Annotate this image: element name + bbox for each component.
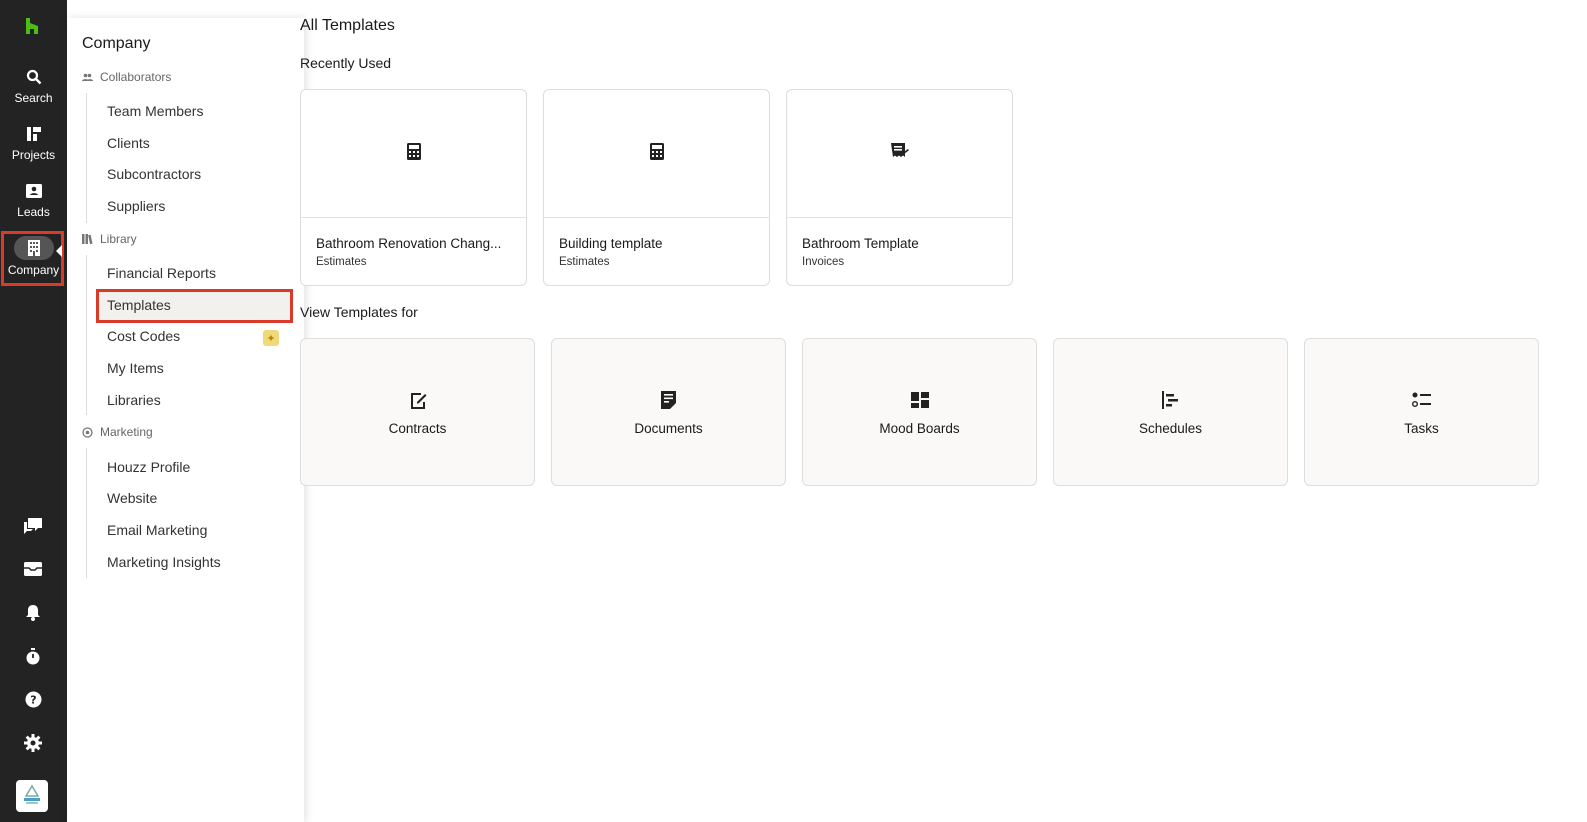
search-icon [23,66,45,88]
rail-label: Leads [17,205,50,219]
template-kind: Estimates [559,256,610,268]
people-icon [82,72,93,83]
rail-item-leads[interactable]: Leads [0,180,67,236]
recent-template-card[interactable]: Building template Estimates [543,89,770,286]
gear-icon[interactable] [22,732,44,754]
rail-label: Search [14,91,53,105]
nav-item-marketing-insights[interactable]: Marketing Insights [107,554,221,570]
flyout-pointer [56,245,62,257]
nav-item-suppliers[interactable]: Suppliers [107,198,165,214]
template-type-label: Tasks [1404,420,1439,436]
library-icon [82,234,93,245]
template-type-label: Mood Boards [879,420,960,436]
recent-template-card[interactable]: Bathroom Renovation Chang... Estimates [300,89,527,286]
template-name: Building template [559,236,663,251]
template-type-schedules[interactable]: Schedules [1053,338,1288,486]
nav-item-libraries[interactable]: Libraries [107,392,161,408]
nav-item-clients[interactable]: Clients [107,135,150,151]
app-rail: Search Projects Leads Company ? [0,0,67,822]
nav-item-subcontractors[interactable]: Subcontractors [107,166,201,182]
houzz-logo-icon[interactable] [23,17,41,35]
nav-item-cost-codes[interactable]: Cost Codes [107,328,180,344]
svg-text:?: ? [30,693,36,706]
template-name: Bathroom Template [802,236,919,251]
timer-icon[interactable] [22,645,44,667]
company-flyout-panel: Company Collaborators Team Members Clien… [67,18,304,822]
nav-item-team-members[interactable]: Team Members [107,103,203,119]
section-heading-label: Marketing [100,425,153,439]
template-type-label: Schedules [1138,420,1203,436]
template-kind: Invoices [802,256,845,268]
nav-item-my-items[interactable]: My Items [107,360,164,376]
page-title: All Templates [300,17,395,34]
leads-icon [23,180,45,202]
template-type-mood-boards[interactable]: Mood Boards [802,338,1037,486]
moodboard-icon [909,389,931,411]
template-kind: Estimates [316,256,367,268]
template-type-contracts[interactable]: Contracts [300,338,535,486]
at-icon [82,426,93,438]
section-group-line [86,255,87,415]
section-heading-label: Library [100,232,137,246]
schedule-icon [1160,389,1182,411]
section-heading-library: Library [82,232,137,246]
template-type-label: Contracts [388,420,447,436]
panel-title: Company [82,35,151,52]
template-type-documents[interactable]: Documents [551,338,786,486]
card-thumbnail [544,90,769,218]
document-icon [658,389,680,411]
section-group-line [86,93,87,223]
nav-item-houzz-profile[interactable]: Houzz Profile [107,459,190,475]
template-type-label: Documents [634,420,703,436]
section-heading-label: Collaborators [100,70,172,84]
contract-icon [407,389,429,411]
bell-icon[interactable] [22,601,44,623]
recently-used-heading: Recently Used [300,55,392,71]
section-heading-collaborators: Collaborators [82,70,171,84]
template-name: Bathroom Renovation Chang... [316,236,502,251]
inbox-icon[interactable] [22,558,44,580]
template-type-tasks[interactable]: Tasks [1304,338,1539,486]
card-thumbnail [787,90,1012,218]
recent-template-card[interactable]: Bathroom Template Invoices [786,89,1013,286]
projects-icon [23,123,45,145]
sparkle-badge-icon: ✦ [263,330,279,346]
nav-item-financial-reports[interactable]: Financial Reports [107,265,216,281]
rail-label: Projects [11,148,56,162]
chat-icon[interactable] [22,515,44,537]
tasks-icon [1411,389,1433,411]
nav-item-email-marketing[interactable]: Email Marketing [107,522,207,538]
help-icon[interactable]: ? [22,688,44,710]
calculator-icon [406,143,421,164]
calculator-icon [649,143,664,164]
nav-item-templates[interactable]: Templates [107,297,171,313]
section-heading-marketing: Marketing [82,425,153,439]
rail-highlight-box [1,231,64,286]
card-thumbnail [301,90,526,218]
invoice-icon [890,143,909,164]
rail-item-projects[interactable]: Projects [0,123,67,179]
view-templates-heading: View Templates for [300,304,418,320]
nav-item-website[interactable]: Website [107,490,157,506]
account-avatar[interactable] [16,780,48,812]
section-group-line [86,448,87,578]
rail-item-search[interactable]: Search [0,66,67,122]
